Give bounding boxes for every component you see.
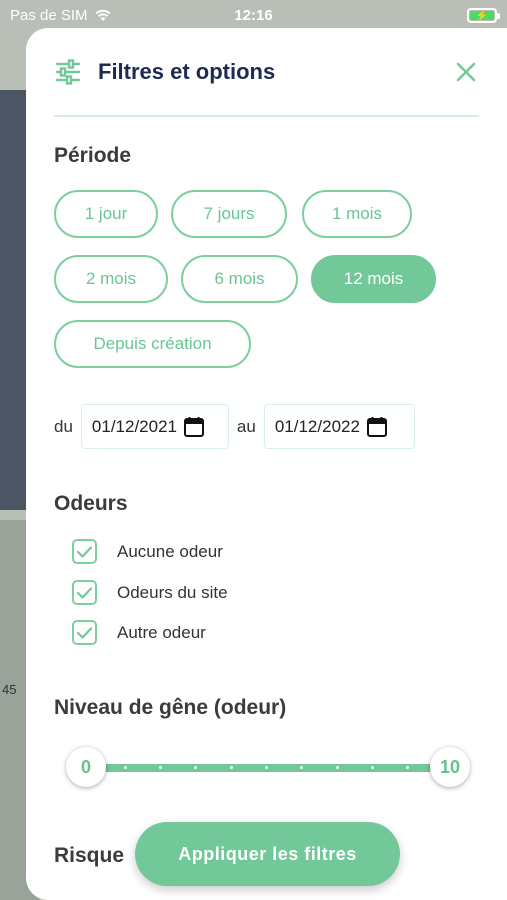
calendar-icon xyxy=(366,416,387,437)
status-bar: Pas de SIM 12:16 ⚡ xyxy=(0,0,507,30)
check-icon xyxy=(76,586,93,599)
period-1-jour[interactable]: 1 jour xyxy=(54,190,158,238)
from-date-value: 01/12/2021 xyxy=(91,416,178,436)
sheet-title: Filtres et options xyxy=(98,58,276,84)
odeur-autre[interactable]: Autre odeur xyxy=(72,620,206,645)
slider-min-handle[interactable]: 0 xyxy=(66,747,106,787)
from-date-input[interactable]: 01/12/2021 xyxy=(80,404,229,449)
odeur-du-site[interactable]: Odeurs du site xyxy=(72,580,228,605)
odeurs-title: Odeurs xyxy=(54,492,128,515)
checkbox-label: Aucune odeur xyxy=(117,541,223,561)
period-depuis-creation[interactable]: Depuis création xyxy=(54,320,251,368)
gene-range-slider[interactable]: 0 10 xyxy=(66,747,470,789)
to-label: au xyxy=(236,416,256,436)
to-date-value: 01/12/2022 xyxy=(274,416,360,436)
checkbox[interactable] xyxy=(72,620,97,645)
map-label: 45 xyxy=(2,682,17,697)
checkbox[interactable] xyxy=(72,580,97,605)
slider-max-handle[interactable]: 10 xyxy=(430,747,470,787)
sheet-header: Filtres et options xyxy=(54,28,479,117)
check-icon xyxy=(76,545,93,558)
gene-title: Niveau de gêne (odeur) xyxy=(54,696,287,719)
close-icon[interactable] xyxy=(453,59,479,85)
wifi-icon xyxy=(95,9,111,21)
check-icon xyxy=(76,626,93,639)
filter-sliders-icon xyxy=(55,58,81,85)
carrier-label: Pas de SIM xyxy=(10,6,88,24)
odeur-aucune[interactable]: Aucune odeur xyxy=(72,539,223,564)
period-6-mois[interactable]: 6 mois xyxy=(181,255,298,303)
to-date-input[interactable]: 01/12/2022 xyxy=(263,404,415,449)
period-7-jours[interactable]: 7 jours xyxy=(171,190,287,238)
period-1-mois[interactable]: 1 mois xyxy=(302,190,412,238)
battery-icon: ⚡ xyxy=(467,7,500,23)
from-label: du xyxy=(54,416,73,436)
filter-sheet: Filtres et options Période 1 jour 7 jour… xyxy=(26,28,507,900)
apply-filters-button[interactable]: Appliquer les filtres xyxy=(135,822,400,886)
period-2-mois[interactable]: 2 mois xyxy=(54,255,168,303)
checkbox-label: Autre odeur xyxy=(117,622,206,642)
calendar-icon xyxy=(184,416,205,437)
period-12-mois[interactable]: 12 mois xyxy=(311,255,436,303)
slider-track xyxy=(86,764,450,772)
checkbox[interactable] xyxy=(72,539,97,564)
risque-title: Risque xyxy=(54,844,125,867)
date-range: du 01/12/2021 au 01/12/2022 xyxy=(54,404,423,449)
periode-title: Période xyxy=(54,144,132,167)
checkbox-label: Odeurs du site xyxy=(117,582,228,602)
